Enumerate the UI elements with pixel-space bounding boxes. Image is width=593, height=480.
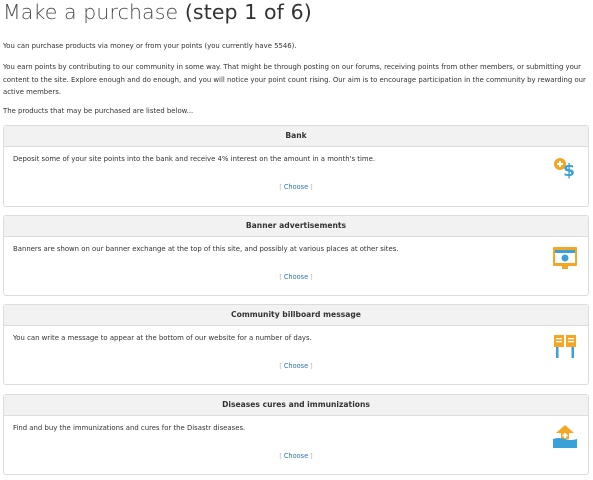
products-intro-text: The products that may be purchased are l… xyxy=(3,107,194,115)
product-box-billboard: Community billboard message You can writ… xyxy=(3,304,589,385)
product-description: Banners are shown on our banner exchange… xyxy=(13,245,399,253)
product-title: Community billboard message xyxy=(4,305,588,326)
choose-banner-link[interactable]: [ Choose ] xyxy=(4,273,588,281)
banner-icon xyxy=(552,244,578,270)
purchase-page: Make a purchase (step 1 of 6) You can pu… xyxy=(0,0,593,480)
product-box-banner: Banner advertisements Banners are shown … xyxy=(3,215,589,296)
choose-diseases-link[interactable]: [ Choose ] xyxy=(4,452,588,460)
page-title: Make a purchase (step 1 of 6) xyxy=(3,0,312,24)
step-indicator: (step 1 of 6) xyxy=(184,0,312,24)
product-box-bank: Bank Deposit some of your site points in… xyxy=(3,125,589,207)
disease-cure-icon xyxy=(552,423,578,449)
product-description: Deposit some of your site points into th… xyxy=(13,155,376,163)
page-title-text: Make a purchase xyxy=(3,0,179,24)
choose-billboard-link[interactable]: [ Choose ] xyxy=(4,362,588,370)
points-balance-text: You can purchase products via money or f… xyxy=(3,42,297,50)
product-box-diseases: Diseases cures and immunizations Find an… xyxy=(3,394,589,475)
product-description: Find and buy the immunizations and cures… xyxy=(13,424,246,432)
choose-label[interactable]: Choose xyxy=(284,362,308,370)
earn-points-text: You earn points by contributing to our c… xyxy=(3,63,586,97)
billboard-icon xyxy=(552,333,578,359)
choose-label[interactable]: Choose xyxy=(284,452,308,460)
svg-text:$: $ xyxy=(563,161,575,180)
bank-icon: $ xyxy=(552,154,578,181)
product-description: You can write a message to appear at the… xyxy=(13,334,312,342)
choose-label[interactable]: Choose xyxy=(284,273,308,281)
product-title: Banner advertisements xyxy=(4,216,588,237)
choose-label[interactable]: Choose xyxy=(284,183,308,191)
choose-bank-link[interactable]: [ Choose ] xyxy=(4,183,588,191)
product-title: Bank xyxy=(4,126,588,147)
product-title: Diseases cures and immunizations xyxy=(4,395,588,416)
